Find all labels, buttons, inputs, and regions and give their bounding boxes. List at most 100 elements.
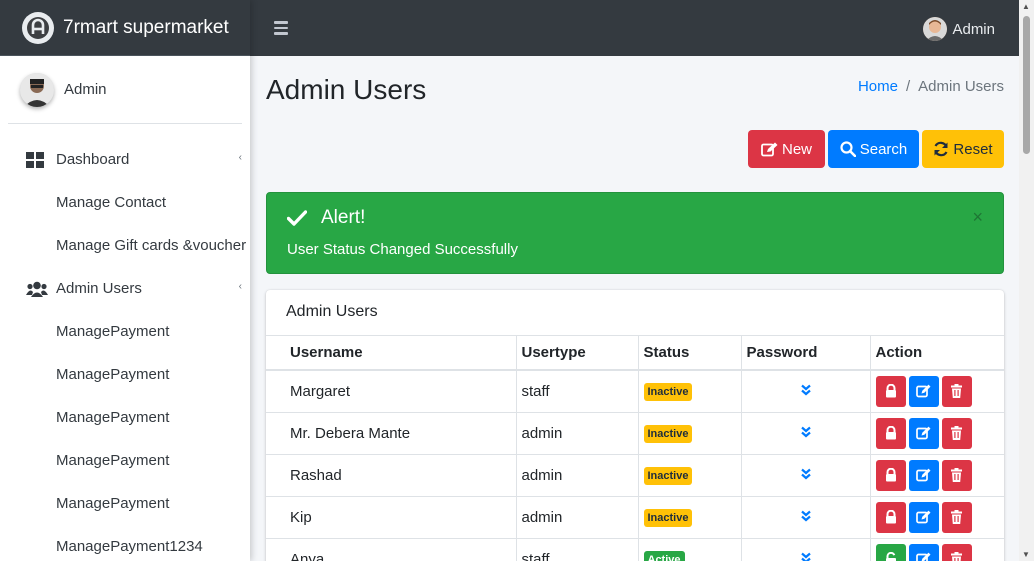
cell-username: Margaret <box>266 369 517 412</box>
cell-password <box>741 537 871 561</box>
admin-users-table: Username Usertype Status Password Action… <box>266 336 1004 561</box>
cell-actions <box>870 537 1004 561</box>
chevron-left-icon: ‹ <box>238 281 242 292</box>
sidebar-item-manage-gift-cards[interactable]: Manage Gift cards &voucher <box>0 224 250 267</box>
status-badge: Active <box>643 550 685 561</box>
toolbar: New Search Reset <box>748 130 1004 168</box>
sidebar-item-label: ManagePayment <box>56 452 170 469</box>
table-row: Margaret staff Inactive <box>266 369 1004 412</box>
breadcrumb: Home / Admin Users <box>858 78 1004 95</box>
close-icon[interactable]: × <box>972 207 983 228</box>
sidebar-item-label: Manage Gift cards &voucher <box>56 237 247 254</box>
cell-username: Rashad <box>266 453 517 496</box>
table-row: Rashad admin Inactive <box>266 453 1004 496</box>
table-row: Mr. Debera Mante admin Inactive <box>266 411 1004 454</box>
scrollbar-thumb[interactable] <box>1023 16 1030 154</box>
sidebar-item-label: Dashboard <box>56 151 130 168</box>
sidebar-item-label: Admin Users <box>56 280 142 297</box>
expand-password-icon[interactable] <box>800 384 812 399</box>
cell-status: Inactive <box>638 453 742 496</box>
edit-icon[interactable] <box>908 543 939 561</box>
cell-usertype: staff <box>516 369 639 412</box>
breadcrumb-home-link[interactable]: Home <box>858 78 898 95</box>
cell-actions <box>870 411 1004 454</box>
edit-icon[interactable] <box>908 417 939 449</box>
trash-icon[interactable] <box>941 501 972 533</box>
cell-usertype: admin <box>516 495 639 538</box>
trash-icon[interactable] <box>941 417 972 449</box>
new-button-label: New <box>781 140 812 158</box>
expand-password-icon[interactable] <box>800 510 812 525</box>
unlock-icon[interactable] <box>875 543 906 561</box>
trash-icon[interactable] <box>941 459 972 491</box>
sidebar-item-manage-payment[interactable]: ManagePayment <box>0 310 250 353</box>
alert-message: User Status Changed Successfully <box>287 241 518 258</box>
cell-usertype: admin <box>516 453 639 496</box>
edit-icon <box>761 142 778 156</box>
reset-button[interactable]: Reset <box>922 130 1004 168</box>
breadcrumb-separator: / <box>905 78 911 95</box>
page-title: Admin Users <box>266 74 427 105</box>
lock-icon[interactable] <box>875 417 906 449</box>
new-button[interactable]: New <box>748 130 825 168</box>
chevron-left-icon: ‹ <box>238 152 242 163</box>
search-button[interactable]: Search <box>828 130 919 168</box>
sidebar-item-label: ManagePayment1234 <box>56 538 203 555</box>
status-badge: Inactive <box>643 508 693 527</box>
cell-status: Inactive <box>638 369 742 412</box>
status-badge: Inactive <box>643 382 693 401</box>
menu-toggle-icon[interactable] <box>274 21 288 35</box>
header-user-menu[interactable]: Admin <box>923 17 995 41</box>
trash-icon[interactable] <box>941 543 972 561</box>
lock-icon[interactable] <box>875 459 906 491</box>
sidebar-item-manage-payment[interactable]: ManagePayment <box>0 439 250 482</box>
sidebar-item-manage-payment-1234[interactable]: ManagePayment1234 <box>0 525 250 561</box>
sidebar-item-manage-payment[interactable]: ManagePayment <box>0 482 250 525</box>
cell-usertype: staff <box>516 537 639 561</box>
column-header-username[interactable]: Username <box>266 336 517 371</box>
scroll-up-icon[interactable]: ▲ <box>1022 2 1030 11</box>
edit-icon[interactable] <box>908 375 939 407</box>
expand-password-icon[interactable] <box>800 426 812 441</box>
header-user-name: Admin <box>952 20 995 38</box>
expand-password-icon[interactable] <box>800 468 812 483</box>
column-header-password[interactable]: Password <box>741 336 871 371</box>
avatar <box>923 17 948 41</box>
sidebar-item-label: ManagePayment <box>56 366 170 383</box>
alert-title: Alert! <box>321 207 366 228</box>
card-title: Admin Users <box>266 290 1004 336</box>
refresh-icon <box>934 141 948 157</box>
sidebar-item-dashboard[interactable]: Dashboard ‹ <box>0 138 250 181</box>
top-navbar: Admin <box>250 0 1034 56</box>
edit-icon[interactable] <box>908 459 939 491</box>
sidebar-nav: Dashboard ‹ Manage Contact Manage Gift c… <box>0 124 250 561</box>
table-header-row: Username Usertype Status Password Action <box>266 336 1004 371</box>
lock-icon[interactable] <box>875 375 906 407</box>
edit-icon[interactable] <box>908 501 939 533</box>
brand-name: 7rmart supermarket <box>63 16 229 38</box>
brand-logo-icon <box>22 11 54 44</box>
scroll-down-icon[interactable]: ▼ <box>1022 550 1030 559</box>
expand-password-icon[interactable] <box>800 552 812 561</box>
column-header-action[interactable]: Action <box>870 336 1004 371</box>
cell-status: Inactive <box>638 411 742 454</box>
check-icon <box>287 210 307 226</box>
sidebar-item-label: Manage Contact <box>56 194 167 211</box>
cell-actions <box>870 369 1004 412</box>
sidebar-item-manage-payment[interactable]: ManagePayment <box>0 353 250 396</box>
page-scrollbar[interactable]: ▲ ▼ <box>1019 0 1034 561</box>
trash-icon[interactable] <box>941 375 972 407</box>
sidebar-user-panel[interactable]: Admin <box>8 56 242 124</box>
sidebar-user-name: Admin <box>64 81 107 98</box>
table-row: Anya staff Active <box>266 537 1004 561</box>
sidebar-item-manage-payment[interactable]: ManagePayment <box>0 396 250 439</box>
lock-icon[interactable] <box>875 501 906 533</box>
sidebar-item-label: ManagePayment <box>56 495 170 512</box>
column-header-usertype[interactable]: Usertype <box>516 336 639 371</box>
sidebar-item-manage-contact[interactable]: Manage Contact <box>0 181 250 224</box>
brand-link[interactable]: 7rmart supermarket <box>0 0 250 56</box>
sidebar: 7rmart supermarket Admin Dashboard ‹ Man… <box>0 0 250 561</box>
sidebar-item-admin-users[interactable]: Admin Users ‹ <box>0 267 250 310</box>
column-header-status[interactable]: Status <box>638 336 742 371</box>
cell-password <box>741 369 871 412</box>
